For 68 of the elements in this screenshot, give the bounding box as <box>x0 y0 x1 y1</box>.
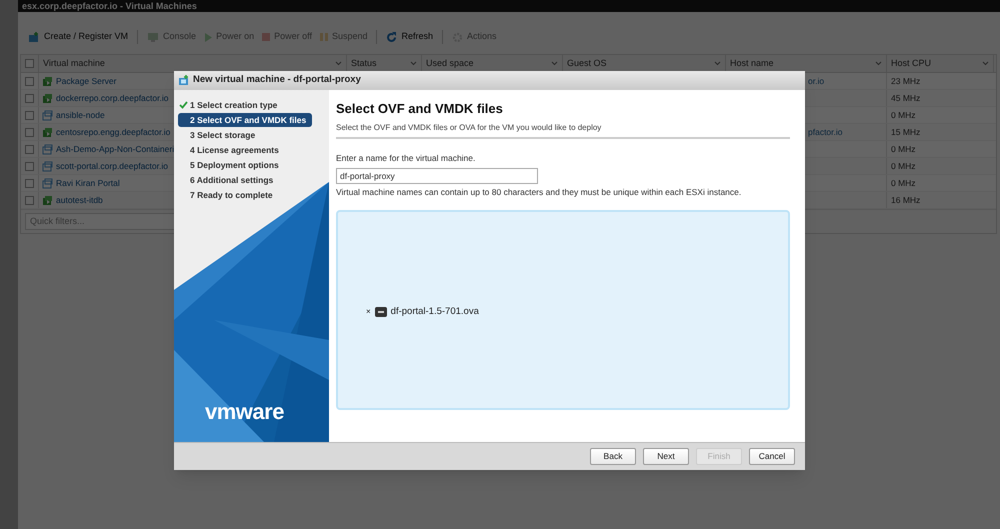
table-cell-text: 0 MHz <box>890 108 917 122</box>
field-hint: Virtual machine names can contain up to 80 characters and they must be unique within each ESXi instance. <box>336 186 742 199</box>
checkbox[interactable] <box>25 144 34 154</box>
table-cell-text: 45 MHz <box>890 92 922 105</box>
wizard-step[interactable]: 2 Select OVF and VMDK files <box>178 113 312 127</box>
vm-name-link[interactable]: Ravi Kiran Portal <box>56 176 120 190</box>
wizard-step[interactable]: 3 Select storage <box>178 128 260 142</box>
section-subtitle: Select the OVF and VMDK files or OVA for the VM you would like to deploy <box>336 122 602 134</box>
vm-name-link[interactable]: autotest-itdb <box>56 194 103 206</box>
vm-name-link[interactable]: centosrepo.engg.deepfactor.io <box>56 126 170 138</box>
wizard-step[interactable]: 1 Select creation type <box>178 98 282 112</box>
vm-add-icon <box>28 32 40 42</box>
dialog-button[interactable]: Cancel <box>749 448 795 465</box>
wizard-step[interactable]: 4 License agreements <box>178 143 283 157</box>
file-drop-zone[interactable]: × df-portal-1.5-701.ova <box>336 210 790 410</box>
checkbox[interactable] <box>25 110 34 120</box>
dialog-button[interactable]: Next <box>643 448 689 465</box>
vm-name-field[interactable]: df-portal-proxy <box>336 168 538 184</box>
table-cell: or.io <box>808 74 824 88</box>
table-cell-text: 0 MHz <box>890 142 917 156</box>
remove-button[interactable]: × <box>366 308 371 316</box>
toolbar-button[interactable]: Create / Register VM <box>24 30 132 44</box>
wizard-step[interactable]: 5 Deployment options <box>178 158 283 172</box>
file-name: df-portal-1.5-701.ova <box>390 304 479 319</box>
vm-name-link[interactable]: Package Server <box>56 74 116 88</box>
refresh-icon <box>386 32 398 42</box>
vm-add-icon <box>178 75 190 86</box>
toolbar-button[interactable]: Refresh <box>382 30 437 44</box>
table-cell-text: 23 MHz <box>890 74 922 88</box>
table-cell-text: 0 MHz <box>890 176 917 190</box>
caret-icon <box>335 61 342 66</box>
column-header-label: Used space <box>426 56 474 70</box>
table-cell-text: 0 MHz <box>890 160 917 173</box>
table-cell-text: 15 MHz <box>890 126 922 139</box>
column-header-label: Virtual machine <box>43 56 105 70</box>
section-heading: Select OVF and VMDK files <box>336 100 504 118</box>
caret-icon <box>982 61 989 66</box>
checkbox[interactable] <box>25 76 34 86</box>
vmware-logo: vmware <box>205 398 284 426</box>
dialog-title: New virtual machine - df-portal-proxy <box>193 73 361 88</box>
column-header-label: Host CPU <box>891 56 932 70</box>
caret-icon <box>875 61 882 66</box>
column-header-label: Status <box>351 56 377 70</box>
wizard-step[interactable]: 7 Ready to complete <box>178 188 277 202</box>
field-label: Enter a name for the virtual machine. <box>336 152 476 164</box>
checkmark-icon <box>179 101 188 109</box>
checkbox[interactable] <box>25 162 34 170</box>
caret-icon <box>410 61 417 66</box>
table-cell: pfactor.io <box>808 126 842 138</box>
column-header[interactable]: Host CPU <box>887 55 994 72</box>
vm-name-link[interactable]: Ash-Demo-App-Non-Containeri <box>56 142 174 156</box>
caret-icon <box>714 61 721 66</box>
checkbox[interactable] <box>25 178 34 188</box>
dialog-button[interactable]: Back <box>590 448 636 465</box>
checkbox[interactable] <box>25 196 34 204</box>
column-header-label: Guest OS <box>567 56 607 70</box>
vm-name-link[interactable]: scott-portal.corp.deepfactor.io <box>56 160 168 172</box>
vm-file-icon <box>374 307 387 317</box>
wizard-step[interactable]: 6 Additional settings <box>178 173 278 187</box>
vm-name-link[interactable]: ansible-node <box>56 108 105 122</box>
checkbox[interactable] <box>25 128 34 136</box>
table-cell-text: 16 MHz <box>890 194 922 207</box>
checkbox[interactable] <box>25 94 34 102</box>
window-title: esx.corp.deepfactor.io - Virtual Machines <box>22 0 197 12</box>
checkbox[interactable] <box>25 59 34 68</box>
column-header-label: Host name <box>730 56 774 70</box>
vm-name-link[interactable]: dockerrepo.corp.deepfactor.io <box>56 92 168 104</box>
caret-icon <box>551 61 558 66</box>
